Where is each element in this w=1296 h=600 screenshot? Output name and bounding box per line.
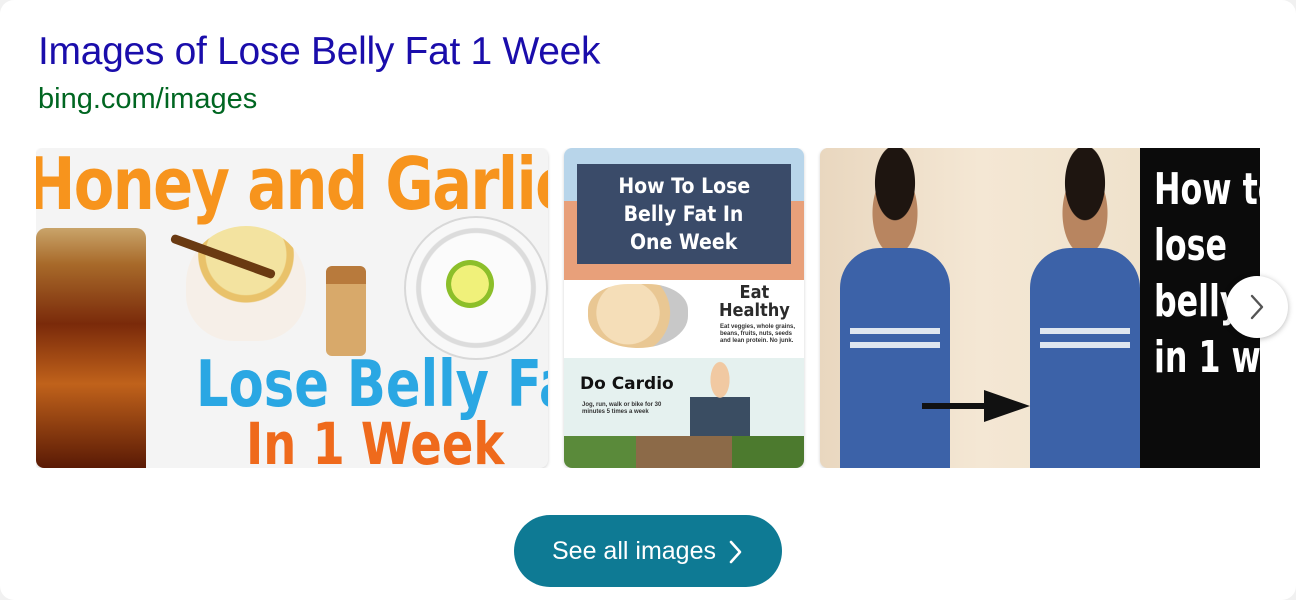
thumbnail-3-overlay-text: How to lose belly in 1 w bbox=[1154, 164, 1260, 383]
eat-healthy-subtext: Eat veggies, whole grains, beans, fruits… bbox=[720, 324, 796, 344]
garlic-bottle-image bbox=[326, 266, 366, 356]
honey-jar-image bbox=[36, 228, 146, 468]
shirt-stripe bbox=[850, 342, 940, 348]
do-cardio-subtext: Jog, run, walk or bike for 30 minutes 5 … bbox=[582, 402, 662, 415]
thumbnail-1-top-text: Honey and Garlic bbox=[36, 148, 548, 226]
eat-title-line-2: Healthy bbox=[719, 300, 790, 321]
result-source-url: bing.com/images bbox=[38, 83, 258, 115]
man-head bbox=[860, 148, 930, 248]
man-head bbox=[1050, 148, 1120, 248]
shirt-stripe bbox=[1040, 328, 1130, 334]
beans-bowl-image bbox=[588, 284, 688, 348]
garden-image bbox=[564, 436, 804, 468]
lime-image bbox=[446, 260, 494, 308]
banner-line-2: Belly Fat In bbox=[624, 202, 744, 226]
eat-healthy-section: Eat Healthy Eat veggies, whole grains, b… bbox=[564, 280, 804, 358]
do-cardio-title: Do Cardio bbox=[580, 374, 674, 394]
man-shirt bbox=[1030, 248, 1140, 468]
see-all-images-label: See all images bbox=[552, 537, 716, 565]
do-cardio-section: Do Cardio Jog, run, walk or bike for 30 … bbox=[564, 358, 804, 436]
man-after-image bbox=[1030, 148, 1140, 468]
woman-exercising-image bbox=[690, 358, 750, 436]
arrow-right-icon bbox=[922, 390, 1030, 422]
image-thumbnail-3[interactable]: How to lose belly in 1 w bbox=[820, 148, 1260, 468]
thumbnail-2-banner: How To Lose Belly Fat In One Week bbox=[577, 164, 791, 264]
carousel-next-button[interactable] bbox=[1226, 276, 1288, 338]
thumbnail-1-bottom-text: In 1 Week bbox=[246, 410, 505, 468]
chevron-right-icon bbox=[729, 540, 742, 564]
image-thumbnail-2[interactable]: How To Lose Belly Fat In One Week Eat He… bbox=[564, 148, 804, 468]
result-title-link[interactable]: Images of Lose Belly Fat 1 Week bbox=[38, 30, 601, 74]
tea-cup-image bbox=[186, 226, 306, 341]
image-carousel: Honey and Garlic Lose Belly Fat In 1 Wee… bbox=[36, 148, 1260, 468]
banner-line-1: How To Lose bbox=[618, 174, 750, 198]
see-all-images-button[interactable]: See all images bbox=[514, 515, 782, 587]
image-results-card: Images of Lose Belly Fat 1 Week bing.com… bbox=[0, 0, 1296, 600]
eat-healthy-title: Eat Healthy bbox=[719, 284, 790, 320]
shirt-stripe bbox=[850, 328, 940, 334]
image-thumbnail-1[interactable]: Honey and Garlic Lose Belly Fat In 1 Wee… bbox=[36, 148, 548, 468]
banner-line-3: One Week bbox=[630, 230, 738, 254]
chevron-right-icon bbox=[1250, 294, 1264, 320]
man-shirt bbox=[840, 248, 950, 468]
shirt-stripe bbox=[1040, 342, 1130, 348]
